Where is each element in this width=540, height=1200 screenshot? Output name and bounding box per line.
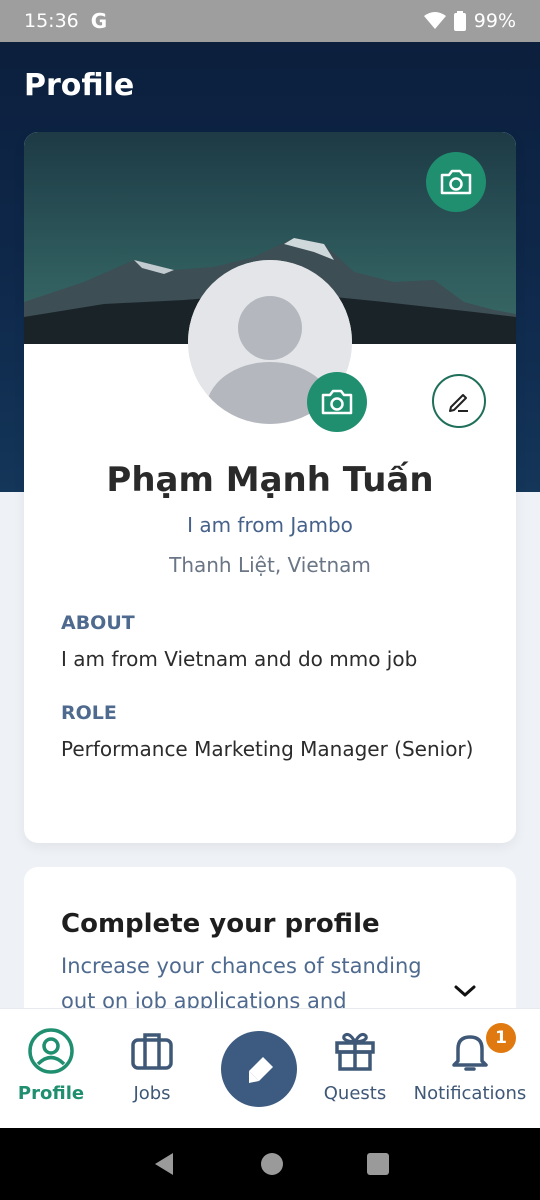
change-cover-photo-button[interactable]: [426, 152, 486, 212]
status-bar: 15:36 G 99%: [0, 0, 540, 42]
nav-quests[interactable]: Quests: [318, 1027, 392, 1104]
battery-percent: 99%: [473, 10, 516, 32]
nav-jobs[interactable]: Jobs: [114, 1027, 190, 1104]
google-icon: G: [90, 9, 108, 33]
chevron-down-icon[interactable]: [452, 983, 478, 999]
profile-icon: [28, 1028, 74, 1074]
camera-icon: [321, 389, 353, 415]
gift-icon: [335, 1033, 375, 1071]
complete-profile-title: Complete your profile: [61, 909, 380, 939]
pencil-icon: [449, 394, 468, 412]
notifications-badge: 1: [486, 1023, 516, 1053]
bottom-navigation: Profile Jobs Quests Notifications 1: [0, 1008, 540, 1128]
about-text: I am from Vietnam and do mmo job: [61, 647, 418, 671]
recents-icon[interactable]: [366, 1153, 389, 1175]
battery-icon: [453, 11, 466, 31]
home-icon[interactable]: [260, 1152, 284, 1176]
nav-quests-label: Quests: [323, 1083, 387, 1104]
nav-profile[interactable]: Profile: [10, 1027, 92, 1104]
nav-notifications-label: Notifications: [413, 1083, 527, 1104]
status-time: 15:36: [24, 10, 79, 32]
profile-location: Thanh Liệt, Vietnam: [169, 553, 371, 577]
change-avatar-button[interactable]: [307, 372, 367, 432]
android-navigation-bar: [0, 1128, 540, 1200]
edit-profile-button[interactable]: [432, 374, 486, 428]
profile-name: Phạm Mạnh Tuấn: [106, 460, 434, 500]
jambo-logo-icon: [245, 1055, 273, 1083]
profile-card: Phạm Mạnh Tuấn I am from Jambo Thanh Liệ…: [24, 132, 516, 843]
role-label: ROLE: [61, 702, 117, 724]
nav-jobs-label: Jobs: [133, 1083, 171, 1104]
role-text: Performance Marketing Manager (Senior): [61, 737, 474, 761]
briefcase-icon: [131, 1033, 173, 1070]
nav-profile-label: Profile: [17, 1083, 85, 1104]
jambo-home-button[interactable]: [221, 1031, 297, 1107]
wifi-icon: [423, 12, 446, 29]
camera-icon: [440, 169, 472, 195]
page-title: Profile: [24, 68, 135, 103]
profile-tagline: I am from Jambo: [187, 513, 353, 537]
back-icon[interactable]: [151, 1151, 177, 1177]
about-label: ABOUT: [61, 612, 135, 634]
